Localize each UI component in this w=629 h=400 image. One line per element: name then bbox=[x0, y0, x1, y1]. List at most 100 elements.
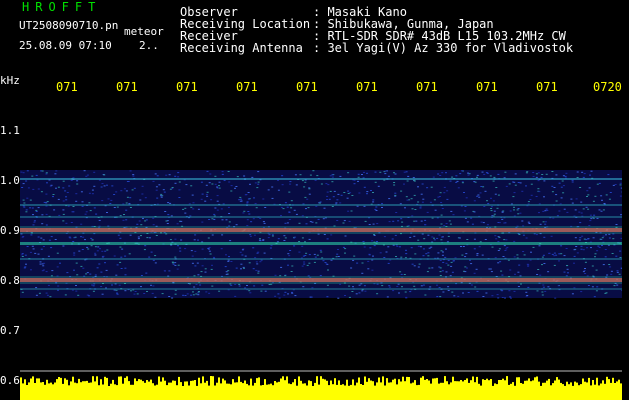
volume-column bbox=[346, 379, 348, 400]
noise-speck bbox=[384, 173, 387, 175]
noise-speck bbox=[491, 246, 494, 248]
noise-speck bbox=[580, 201, 583, 203]
noise-speck bbox=[320, 183, 323, 185]
noise-speck bbox=[21, 254, 24, 256]
noise-speck bbox=[288, 219, 291, 220]
noise-speck bbox=[241, 254, 244, 256]
noise-speck bbox=[216, 195, 219, 197]
noise-speck bbox=[193, 239, 196, 241]
noise-speck bbox=[589, 174, 591, 176]
noise-speck bbox=[446, 190, 449, 192]
volume-column bbox=[588, 377, 590, 400]
noise-speck bbox=[445, 262, 448, 264]
noise-speck bbox=[335, 202, 338, 204]
noise-speck bbox=[565, 248, 568, 249]
volume-column bbox=[548, 378, 550, 400]
volume-column bbox=[568, 384, 570, 400]
volume-column bbox=[382, 376, 384, 400]
noise-speck bbox=[584, 261, 587, 263]
noise-speck bbox=[596, 286, 599, 288]
noise-speck bbox=[422, 255, 425, 257]
noise-speck bbox=[253, 234, 256, 236]
volume-column bbox=[26, 385, 28, 400]
noise-speck bbox=[312, 170, 315, 172]
volume-column bbox=[364, 376, 366, 400]
noise-speck bbox=[528, 223, 531, 224]
noise-speck bbox=[406, 199, 409, 201]
noise-speck bbox=[235, 224, 238, 226]
noise-speck bbox=[268, 284, 271, 285]
noise-speck bbox=[164, 211, 167, 212]
noise-speck bbox=[174, 175, 177, 177]
noise-speck bbox=[421, 183, 424, 185]
noise-speck bbox=[208, 250, 211, 252]
noise-speck bbox=[92, 290, 95, 292]
noise-speck bbox=[483, 206, 486, 207]
noise-speck bbox=[56, 252, 59, 254]
volume-column bbox=[600, 383, 602, 400]
volume-column bbox=[522, 383, 524, 400]
noise-speck bbox=[561, 180, 564, 182]
volume-column bbox=[206, 380, 208, 400]
noise-speck bbox=[501, 290, 504, 292]
noise-speck bbox=[143, 249, 146, 251]
noise-speck bbox=[406, 180, 409, 182]
volume-column bbox=[560, 382, 562, 400]
volume-column bbox=[506, 376, 508, 400]
noise-speck bbox=[137, 238, 140, 240]
noise-speck bbox=[46, 294, 49, 296]
volume-column bbox=[332, 384, 334, 400]
noise-speck bbox=[387, 262, 390, 264]
noise-speck bbox=[244, 194, 247, 196]
noise-speck bbox=[467, 292, 470, 293]
volume-column bbox=[258, 377, 260, 400]
noise-speck bbox=[447, 290, 450, 291]
noise-speck bbox=[124, 290, 127, 292]
noise-speck bbox=[194, 265, 197, 267]
noise-speck bbox=[423, 238, 426, 240]
noise-speck bbox=[357, 173, 360, 175]
noise-speck bbox=[458, 237, 461, 239]
volume-column bbox=[296, 385, 298, 400]
noise-speck bbox=[505, 185, 508, 187]
volume-column bbox=[616, 381, 618, 400]
volume-column bbox=[460, 380, 462, 400]
noise-speck bbox=[600, 195, 603, 197]
noise-speck bbox=[347, 210, 350, 212]
noise-speck bbox=[372, 192, 374, 193]
noise-speck bbox=[344, 252, 346, 254]
noise-speck bbox=[558, 210, 561, 212]
noise-speck bbox=[92, 285, 95, 287]
noise-speck bbox=[171, 187, 174, 188]
volume-column bbox=[362, 385, 364, 400]
noise-speck bbox=[150, 284, 152, 286]
noise-speck bbox=[35, 211, 38, 212]
noise-speck bbox=[32, 214, 34, 216]
noise-speck bbox=[284, 202, 287, 204]
volume-column bbox=[390, 382, 392, 400]
noise-speck bbox=[525, 237, 528, 239]
volume-column bbox=[298, 376, 300, 400]
noise-speck bbox=[372, 199, 375, 201]
volume-column bbox=[42, 382, 44, 400]
volume-column bbox=[92, 376, 94, 400]
noise-speck bbox=[541, 256, 544, 258]
noise-speck bbox=[551, 185, 554, 187]
noise-speck bbox=[80, 191, 83, 193]
volume-column bbox=[352, 379, 354, 400]
noise-speck bbox=[65, 199, 68, 201]
volume-column bbox=[592, 380, 594, 400]
noise-speck bbox=[306, 198, 309, 200]
noise-speck bbox=[383, 257, 386, 258]
noise-speck bbox=[40, 191, 43, 193]
noise-speck bbox=[366, 193, 368, 195]
noise-speck bbox=[457, 295, 460, 297]
noise-speck bbox=[290, 200, 293, 202]
noise-speck bbox=[225, 254, 227, 256]
noise-speck bbox=[335, 256, 338, 258]
volume-column bbox=[476, 376, 478, 400]
volume-column bbox=[98, 385, 100, 400]
noise-speck bbox=[62, 245, 65, 247]
noise-speck bbox=[113, 207, 116, 208]
noise-speck bbox=[612, 184, 615, 186]
